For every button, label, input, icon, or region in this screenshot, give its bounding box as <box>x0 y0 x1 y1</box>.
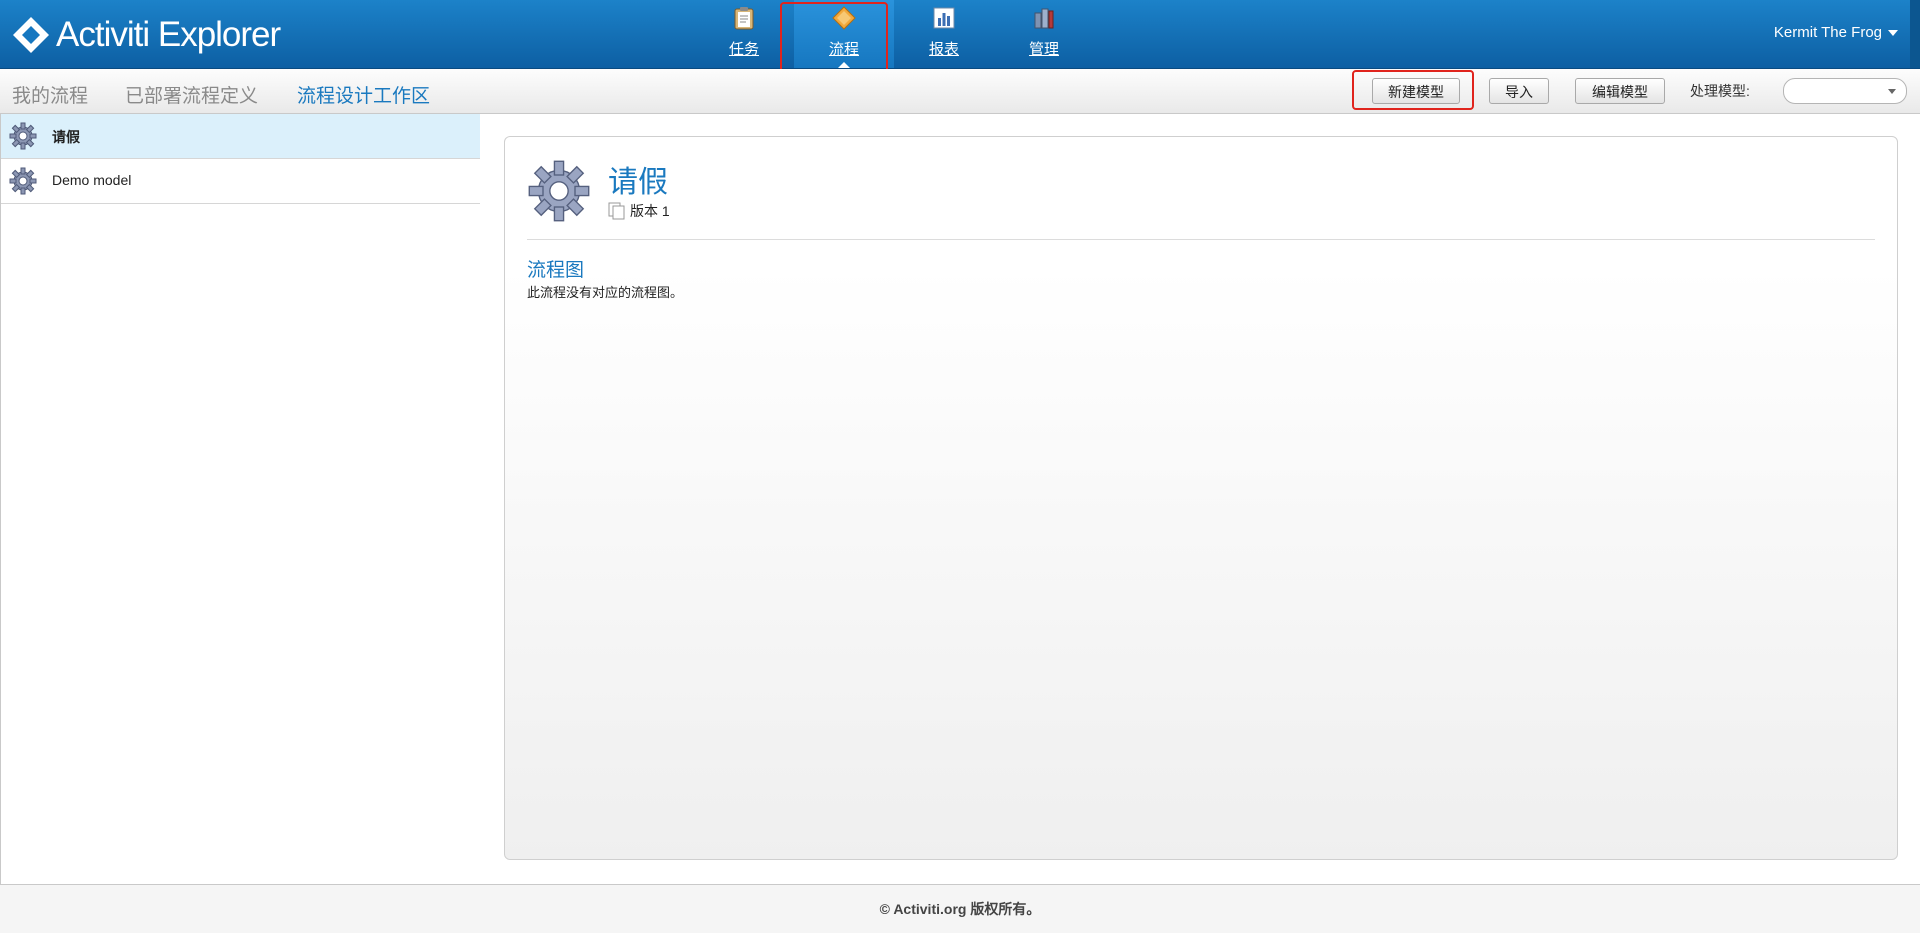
nav-reports[interactable]: 报表 <box>894 0 994 68</box>
version-info: 版本 1 <box>608 201 670 221</box>
nav-tasks-label: 任务 <box>728 41 759 58</box>
copyright-text: © Activiti.org 版权所有。 <box>879 901 1041 917</box>
nav-tasks[interactable]: 任务 <box>694 0 794 68</box>
chevron-down-icon <box>1888 89 1896 94</box>
versions-icon <box>608 202 625 220</box>
list-item-label: Demo model <box>52 172 132 188</box>
process-diamond-icon <box>832 6 856 30</box>
tab-my-processes[interactable]: 我的流程 <box>12 81 88 108</box>
nav-admin-label: 管理 <box>1028 41 1059 58</box>
gear-icon <box>528 160 590 222</box>
gear-icon <box>9 122 37 150</box>
import-button[interactable]: 导入 <box>1489 78 1549 104</box>
list-item-label: 请假 <box>52 129 80 145</box>
user-name: Kermit The Frog <box>1773 24 1882 41</box>
page-title: 请假 <box>608 166 668 199</box>
process-model-label: 处理模型: <box>1690 83 1750 99</box>
user-menu[interactable]: Kermit The Frog <box>1774 24 1898 41</box>
model-list: 请假 Demo model <box>0 114 481 884</box>
nav-processes[interactable]: 流程 <box>794 0 894 68</box>
nav-reports-label: 报表 <box>928 41 959 58</box>
chart-icon <box>933 7 955 29</box>
process-model-select[interactable] <box>1783 78 1907 104</box>
diagram-message: 此流程没有对应的流程图。 <box>527 285 684 300</box>
version-label: 版本 1 <box>630 203 670 219</box>
diagram-heading: 流程图 <box>527 260 585 281</box>
divider <box>527 239 1875 240</box>
gear-icon <box>9 167 37 195</box>
detail-area: 请假 版本 1 流程图 此流程没有对应的流程图。 <box>480 114 1920 884</box>
header-edge <box>1910 0 1920 68</box>
nav-processes-label: 流程 <box>828 41 859 58</box>
footer: © Activiti.org 版权所有。 <box>0 884 1920 933</box>
logo-text: Activiti Explorer <box>56 15 281 54</box>
nav-admin[interactable]: 管理 <box>994 0 1094 68</box>
activiti-logo-icon <box>13 17 49 53</box>
tab-deployed-definitions[interactable]: 已部署流程定义 <box>125 81 258 108</box>
admin-books-icon <box>1034 8 1054 29</box>
active-caret <box>838 62 850 68</box>
chevron-down-icon <box>1888 30 1898 37</box>
top-header: Activiti Explorer 任务 流程 报表 管理 Kermit The… <box>0 0 1920 69</box>
main-nav: 任务 流程 报表 管理 <box>694 0 1094 68</box>
clipboard-icon <box>734 7 754 30</box>
sub-nav: 我的流程 已部署流程定义 流程设计工作区 新建模型 导入 编辑模型 处理模型: <box>0 69 1920 114</box>
edit-model-button[interactable]: 编辑模型 <box>1575 78 1665 104</box>
list-item[interactable]: Demo model <box>1 159 480 204</box>
list-item[interactable]: 请假 <box>1 114 480 159</box>
model-detail-card: 请假 版本 1 流程图 此流程没有对应的流程图。 <box>504 136 1898 860</box>
tab-model-workspace[interactable]: 流程设计工作区 <box>297 81 430 108</box>
new-model-button[interactable]: 新建模型 <box>1372 78 1460 104</box>
logo: Activiti Explorer <box>12 14 281 56</box>
